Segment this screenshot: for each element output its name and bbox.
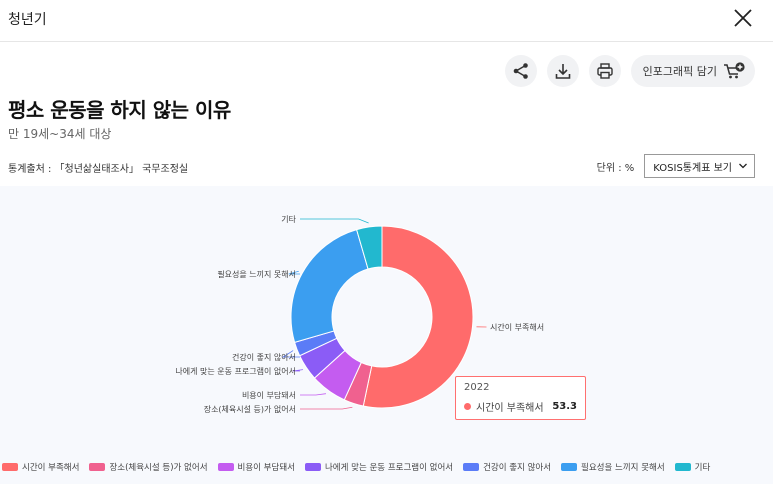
legend-label: 장소(체육시설 등)가 없어서 (109, 463, 208, 473)
chart-legend: 시간이 부족해서 장소(체육시설 등)가 없어서 비용이 부담돼서 나에게 맞는 운동… (0, 460, 773, 474)
share-button[interactable] (504, 55, 537, 87)
slice-label: 필요성을 느끼지 못해서 (217, 269, 296, 279)
legend-swatch (561, 463, 578, 471)
tooltip-year: 2022 (464, 382, 490, 393)
close-icon[interactable] (731, 6, 755, 30)
legend-item[interactable]: 건강이 좋지 않아서 (463, 461, 551, 473)
legend-item[interactable]: 비용이 부담돼서 (217, 461, 295, 473)
legend-swatch (217, 463, 234, 471)
legend-item[interactable]: 시간이 부족해서 (2, 461, 79, 473)
unit-row: 단위 : % KOSIS통계표 보기 (597, 154, 755, 178)
chart-tooltip: 2022 시간이 부족해서 53.3 (455, 376, 586, 420)
legend-swatch (674, 463, 691, 471)
legend-swatch (304, 463, 321, 471)
legend-swatch (2, 463, 18, 471)
tooltip-label: 시간이 부족해서 (476, 403, 544, 414)
chevron-down-icon (739, 163, 747, 169)
cart-plus-icon (724, 62, 745, 79)
download-button[interactable] (546, 55, 579, 87)
legend-label: 기타 (694, 463, 711, 473)
tooltip-value: 53.3 (552, 401, 577, 412)
download-icon (555, 64, 570, 79)
donut-slice[interactable] (290, 228, 369, 344)
legend-label: 나에게 맞는 운동 프로그램이 없어서 (324, 463, 454, 473)
legend-label: 시간이 부족해서 (22, 463, 80, 473)
top-bar: 청년기 (0, 0, 773, 42)
unit-label: 단위 : % (596, 162, 635, 174)
legend-swatch (463, 463, 480, 471)
tooltip-dot (464, 403, 471, 410)
data-source: 통계출처 : 「청년삶실태조사」 국무조정실 (8, 164, 189, 175)
legend-label: 건강이 좋지 않아서 (483, 463, 552, 473)
print-button[interactable] (588, 55, 621, 87)
section-title: 청년기 (8, 12, 47, 28)
leader-line (300, 218, 369, 224)
action-bar: 인포그래픽 담기 (504, 55, 755, 87)
add-infographic-button[interactable]: 인포그래픽 담기 (630, 55, 755, 87)
legend-item[interactable]: 나에게 맞는 운동 프로그램이 없어서 (304, 461, 454, 473)
kosis-select-label: KOSIS통계표 보기 (653, 162, 732, 174)
legend-item[interactable]: 기타 (674, 461, 711, 473)
add-infographic-label: 인포그래픽 담기 (642, 65, 717, 78)
share-icon (513, 63, 528, 79)
slice-label: 건강이 좋지 않아서 (232, 352, 296, 362)
legend-item[interactable]: 필요성을 느끼지 못해서 (561, 461, 665, 473)
slice-label: 나에게 맞는 운동 프로그램이 없어서 (175, 366, 296, 376)
print-icon (596, 63, 613, 79)
legend-label: 비용이 부담돼서 (237, 463, 295, 473)
slice-label: 비용이 부담돼서 (242, 390, 296, 400)
slice-label: 시간이 부족해서 (490, 322, 544, 332)
leader-line (300, 393, 326, 396)
tooltip-row: 시간이 부족해서 53.3 (464, 399, 577, 414)
donut-chart: 시간이 부족해서장소(체육시설 등)가 없어서비용이 부담돼서나에게 맞는 운동… (175, 215, 544, 414)
legend-label: 필요성을 느끼지 못해서 (581, 463, 665, 473)
page-title: 평소 운동을 하지 않는 이유 (8, 98, 231, 122)
chart-area: 시간이 부족해서 장소(체육시설 등)가 없어서 비용이 부담돼서 나에게 맞는 운동… (0, 186, 773, 484)
kosis-table-select[interactable]: KOSIS통계표 보기 (644, 154, 755, 178)
leader-line (300, 406, 353, 410)
legend-item[interactable]: 장소(체육시설 등)가 없어서 (89, 461, 208, 473)
page-subtitle: 만 19세~34세 대상 (8, 127, 112, 141)
slice-label: 기타 (281, 215, 296, 224)
legend-swatch (89, 463, 106, 471)
slice-label: 장소(체육시설 등)가 없어서 (204, 404, 296, 414)
